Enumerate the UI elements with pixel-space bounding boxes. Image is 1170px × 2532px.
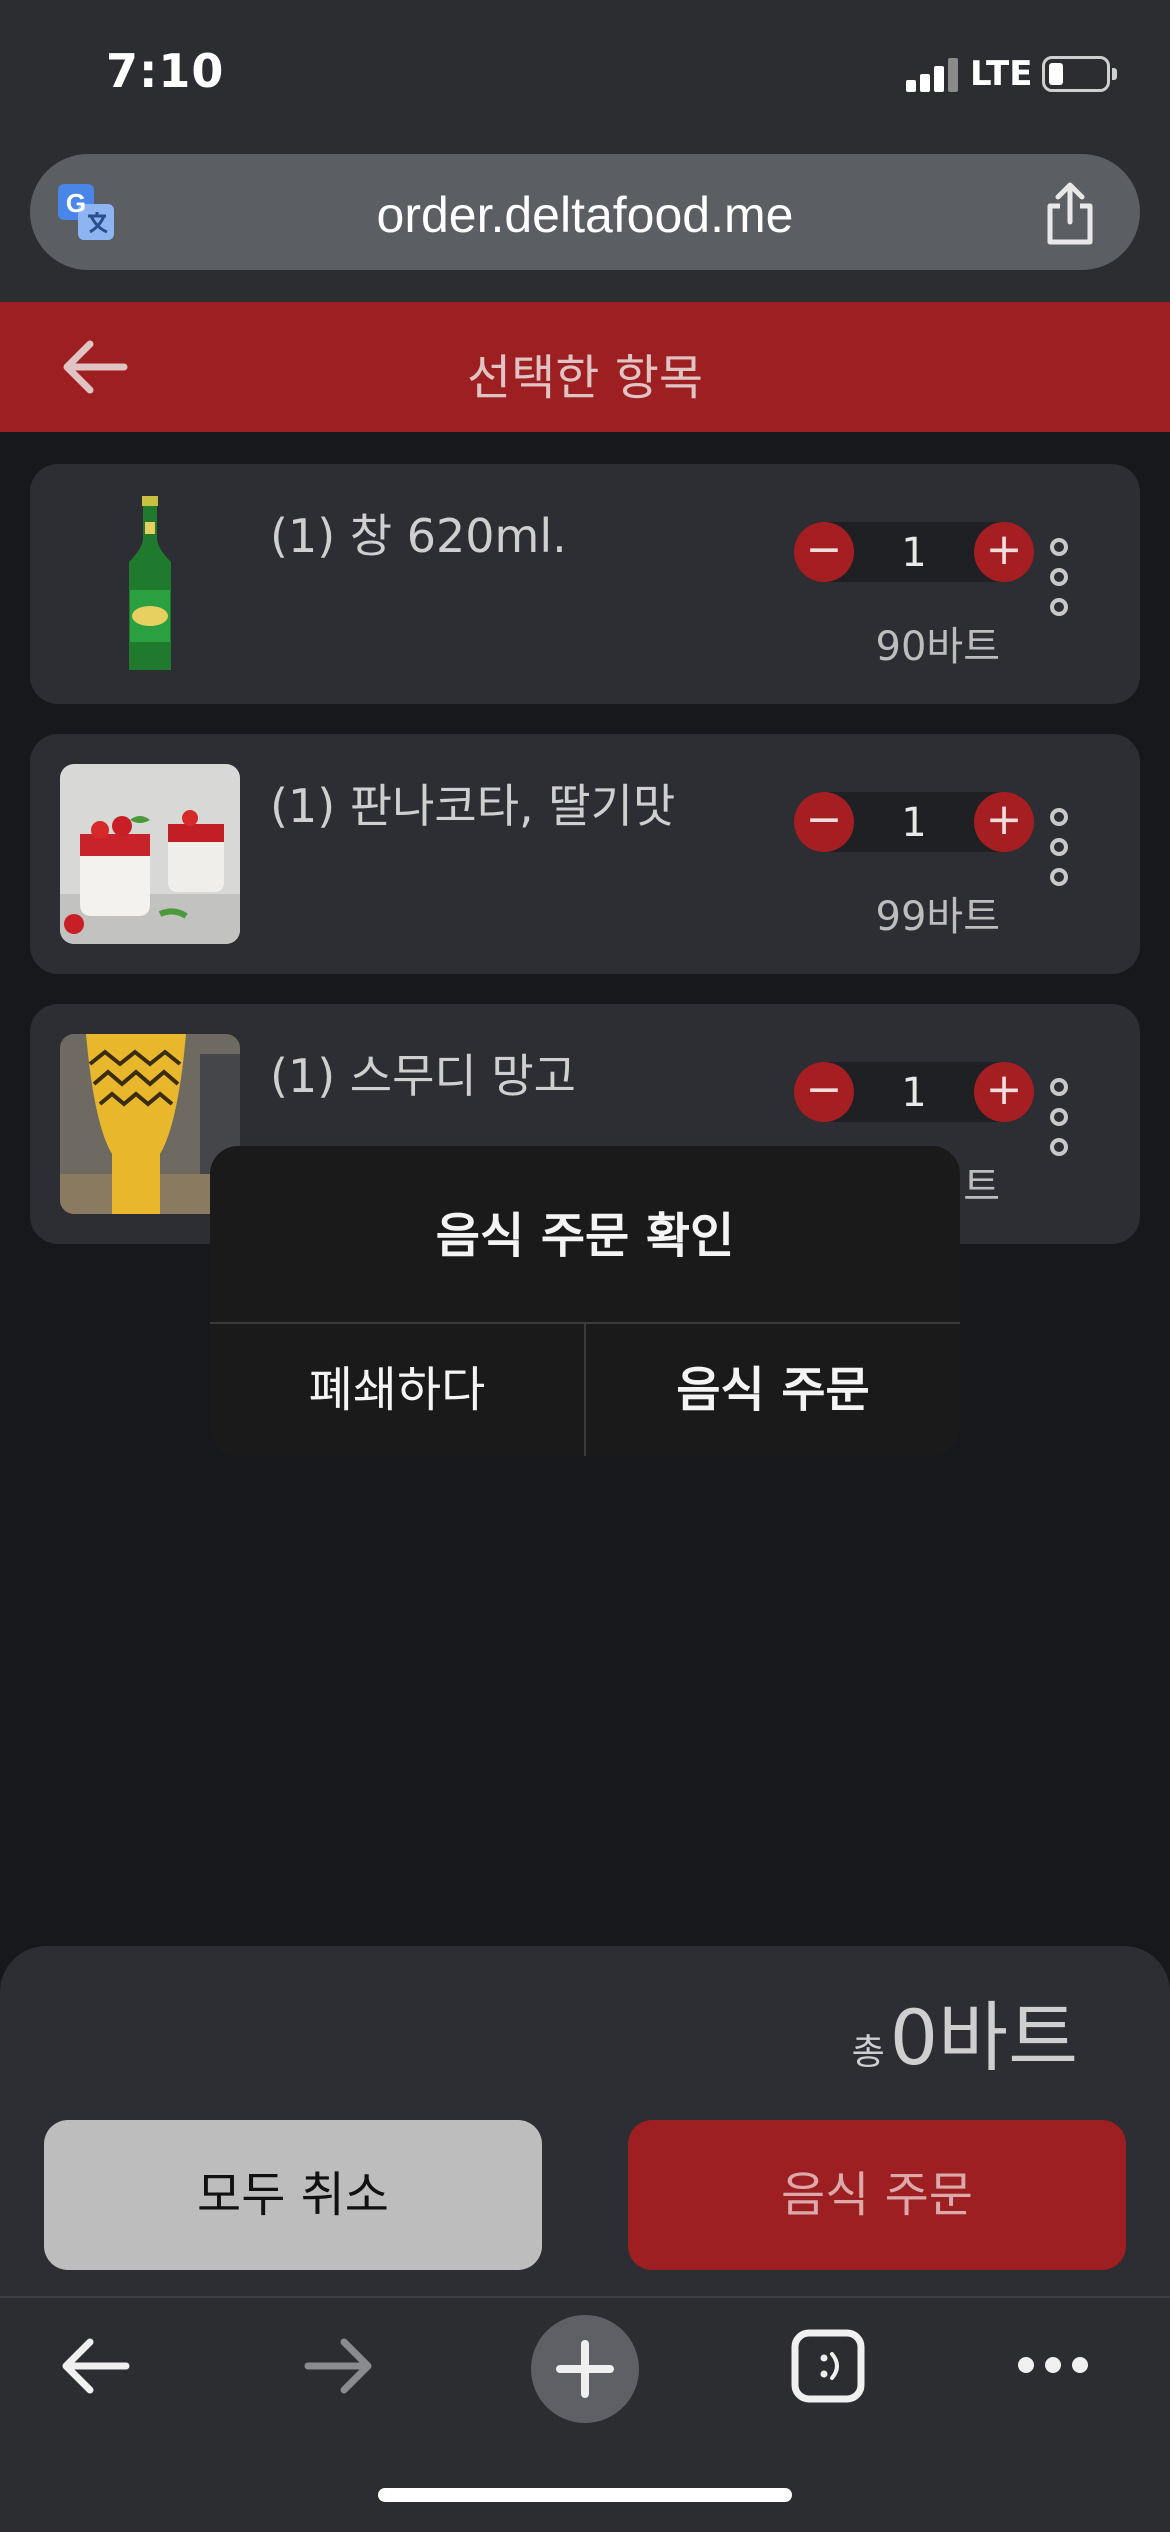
quantity-value: 1 (901, 530, 927, 576)
more-vertical-icon[interactable] (1048, 538, 1072, 618)
cancel-all-button[interactable]: 모두 취소 (44, 2120, 542, 2270)
item-price: 트 (963, 1164, 1000, 1210)
cart-item: (1) 창 620ml. − 1 + 90바트 (30, 464, 1140, 704)
quantity-stepper: − 1 + (794, 522, 1034, 582)
item-price: 99바트 (875, 894, 1001, 940)
item-name: (1) 창 620ml. (270, 509, 567, 563)
arrow-left-icon[interactable] (58, 2334, 132, 2398)
order-summary-panel: 총 0바트 모두 취소 음식 주문 (0, 1946, 1170, 2296)
cart-item: (1) 판나코타, 딸기맛 − 1 + 99바트 (30, 734, 1140, 974)
decrease-button[interactable]: − (794, 522, 854, 582)
panna-cotta-image (60, 764, 240, 944)
more-vertical-icon[interactable] (1048, 808, 1072, 888)
quantity-value: 1 (901, 800, 927, 846)
page-title: 선택한 항목 (466, 350, 704, 406)
item-name: (1) 판나코타, 딸기맛 (270, 779, 676, 833)
tabs-icon[interactable] (790, 2328, 866, 2404)
beer-bottle-image (60, 494, 240, 674)
item-price: 90바트 (875, 624, 1001, 670)
total-display: 총 0바트 (852, 1976, 1078, 2086)
dialog-confirm-order-button[interactable]: 음식 주문 (586, 1324, 960, 1456)
confirm-order-dialog: 음식 주문 확인 폐쇄하다 음식 주문 (210, 1146, 960, 1456)
signal-icon (906, 58, 958, 92)
home-indicator (378, 2488, 792, 2502)
decrease-button[interactable]: − (794, 792, 854, 852)
quantity-stepper: − 1 + (794, 792, 1034, 852)
item-name: (1) 스무디 망고 (270, 1049, 577, 1103)
arrow-right-icon[interactable] (302, 2334, 376, 2398)
page-header: 선택한 항목 (0, 302, 1170, 432)
dialog-title: 음식 주문 확인 (435, 1208, 735, 1264)
status-time: 7:10 (106, 44, 225, 98)
quantity-value: 1 (901, 1070, 927, 1116)
network-label: LTE (970, 54, 1033, 94)
browser-address-area: G order.deltafood.me (0, 150, 1170, 302)
address-bar[interactable]: G order.deltafood.me (30, 154, 1140, 270)
plus-icon[interactable] (530, 2314, 640, 2424)
increase-button[interactable]: + (974, 1062, 1034, 1122)
quantity-stepper: − 1 + (794, 1062, 1034, 1122)
total-label: 총 (851, 2032, 885, 2073)
dialog-close-button[interactable]: 폐쇄하다 (210, 1324, 584, 1456)
status-bar: 7:10 LTE (0, 0, 1170, 150)
more-vertical-icon[interactable] (1048, 1078, 1072, 1158)
total-amount: 0바트 (889, 1993, 1078, 2082)
more-icon[interactable] (1016, 2350, 1090, 2380)
increase-button[interactable]: + (974, 522, 1034, 582)
battery-icon (1042, 56, 1110, 92)
share-icon[interactable] (1040, 182, 1100, 246)
url-text: order.deltafood.me (376, 187, 794, 243)
increase-button[interactable]: + (974, 792, 1034, 852)
order-food-button[interactable]: 음식 주문 (628, 2120, 1126, 2270)
decrease-button[interactable]: − (794, 1062, 854, 1122)
